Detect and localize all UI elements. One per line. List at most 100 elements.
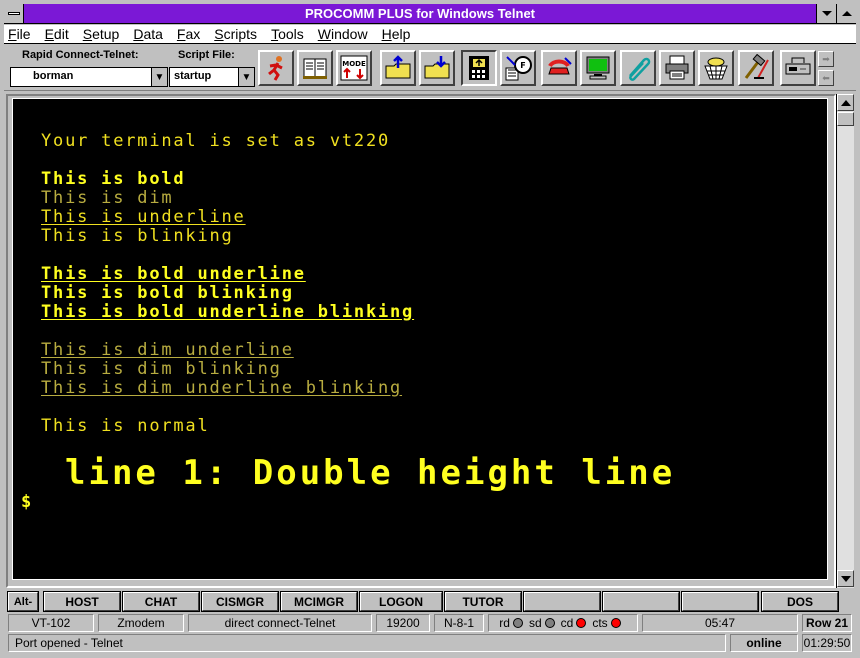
script-file-value: startup xyxy=(174,70,212,82)
terminal-settings-button[interactable] xyxy=(580,50,616,86)
minimize-icon xyxy=(821,11,832,16)
meta-key-empty-1[interactable] xyxy=(523,591,601,612)
status-online: online xyxy=(730,634,798,652)
computer-icon xyxy=(785,57,811,75)
indicator-cts-led xyxy=(610,618,621,628)
menu-tools[interactable]: Tools xyxy=(271,26,304,42)
terminal-line: This is blinking xyxy=(41,226,234,246)
maximize-button[interactable] xyxy=(836,4,856,23)
script-file-combo[interactable]: startup ▼ xyxy=(169,67,255,87)
status-row: Row 21 xyxy=(802,614,852,632)
status-elapsed: 01:29:50 xyxy=(802,634,852,652)
attach-button[interactable] xyxy=(620,50,656,86)
meta-key-dos[interactable]: DOS xyxy=(761,591,839,612)
script-file-label: Script File: xyxy=(178,49,235,61)
dos-shell-button[interactable] xyxy=(780,50,816,86)
terminal-line: This is dim blinking xyxy=(41,359,282,379)
meta-keys-button[interactable] xyxy=(461,50,497,86)
menu-file[interactable]: File xyxy=(8,26,31,42)
status-message: Port opened - Telnet xyxy=(8,634,726,652)
menu-data[interactable]: Data xyxy=(133,26,163,42)
terminal-line: This is normal xyxy=(41,416,210,436)
maximize-icon xyxy=(841,11,852,16)
meta-key-mcimgr[interactable]: MCIMGR xyxy=(280,591,358,612)
keypad-icon xyxy=(469,56,489,80)
terminal-line: Your terminal is set as vt220 xyxy=(41,131,391,151)
status-connection[interactable]: direct connect-Telnet xyxy=(188,614,372,632)
meta-key-logon[interactable]: LOGON xyxy=(359,591,443,612)
setup-tools-button[interactable] xyxy=(738,50,774,86)
monitor-icon xyxy=(586,56,610,80)
meta-key-empty-3[interactable] xyxy=(681,591,759,612)
meta-keys-bar: Alt- HOST CHAT CISMGR MCIMGR LOGON TUTOR… xyxy=(6,591,854,612)
hang-up-button[interactable] xyxy=(541,50,577,86)
status-bar: VT-102 Zmodem direct connect-Telnet 1920… xyxy=(6,614,854,633)
terminal-screen[interactable]: Your terminal is set as vt220 This is bo… xyxy=(12,98,828,580)
function-keys-button[interactable]: F xyxy=(500,50,536,86)
status-emulation[interactable]: VT-102 xyxy=(8,614,94,632)
system-menu-button[interactable] xyxy=(4,4,24,23)
quick-connect-button[interactable] xyxy=(258,50,294,86)
running-man-icon xyxy=(268,56,283,81)
indicator-rd-label: rd xyxy=(499,616,510,630)
receive-file-button[interactable] xyxy=(419,50,455,86)
toolbar-scroll-left-button[interactable]: ⬅ xyxy=(818,70,834,86)
status-indicators: rd sd cd cts xyxy=(488,614,638,632)
function-key-icon: F xyxy=(505,56,532,81)
meta-key-empty-2[interactable] xyxy=(602,591,680,612)
terminal-prompt: $ xyxy=(21,492,34,512)
meta-key-host[interactable]: HOST xyxy=(43,591,121,612)
svg-text:F: F xyxy=(520,61,525,70)
terminal-line: This is underline xyxy=(41,207,246,227)
minimize-button[interactable] xyxy=(816,4,836,23)
rapid-connect-value: borman xyxy=(33,70,74,82)
meta-key-tutor[interactable]: TUTOR xyxy=(444,591,522,612)
rapid-connect-combo[interactable]: borman ▼ xyxy=(10,67,168,87)
status-protocol[interactable]: Zmodem xyxy=(98,614,184,632)
status-settings[interactable]: N-8-1 xyxy=(434,614,484,632)
scroll-thumb[interactable] xyxy=(837,112,854,126)
rapid-connect-label: Rapid Connect-Telnet: xyxy=(22,49,139,61)
mode-icon: MODE xyxy=(340,55,368,81)
status-baud[interactable]: 19200 xyxy=(376,614,430,632)
terminal-line: This is dim underline blinking xyxy=(41,378,403,398)
message-bar: Port opened - Telnet online 01:29:50 xyxy=(6,634,854,652)
terminal-double-height-line: line 1: Double height line xyxy=(65,453,676,493)
mode-button[interactable]: MODE xyxy=(336,50,372,86)
tools-icon xyxy=(744,54,769,79)
terminal-line: This is dim xyxy=(41,188,174,208)
indicator-rd-led xyxy=(512,618,523,628)
terminal-line: This is bold underline blinking xyxy=(41,302,415,322)
toolbar-scroll-right-button[interactable]: ➡ xyxy=(818,51,834,67)
capture-button[interactable] xyxy=(698,50,734,86)
menu-setup[interactable]: Setup xyxy=(83,26,120,42)
terminal-line: This is bold blinking xyxy=(41,283,294,303)
printer-button[interactable] xyxy=(659,50,695,86)
dialing-directory-button[interactable] xyxy=(297,50,333,86)
scroll-up-button[interactable] xyxy=(837,94,854,111)
title-bar[interactable]: PROCOMM PLUS for Windows Telnet xyxy=(4,4,856,24)
meta-key-alt[interactable]: Alt- xyxy=(7,591,39,612)
indicator-cts-label: cts xyxy=(592,616,608,630)
chevron-down-icon[interactable]: ▼ xyxy=(151,68,167,86)
chevron-down-icon[interactable]: ▼ xyxy=(238,68,254,86)
send-file-button[interactable] xyxy=(380,50,416,86)
terminal-line: This is bold xyxy=(41,169,186,189)
meta-key-cismgr[interactable]: CISMGR xyxy=(201,591,279,612)
toolbar: Rapid Connect-Telnet: borman ▼ Script Fi… xyxy=(4,45,856,91)
vertical-scrollbar[interactable] xyxy=(836,94,854,588)
folder-download-icon xyxy=(424,56,450,79)
menu-fax[interactable]: Fax xyxy=(177,26,200,42)
terminal-line: This is bold underline xyxy=(41,264,306,284)
scroll-down-button[interactable] xyxy=(837,570,854,587)
menu-help[interactable]: Help xyxy=(382,26,411,42)
meta-key-chat[interactable]: CHAT xyxy=(122,591,200,612)
printer-icon xyxy=(665,55,689,80)
window-title: PROCOMM PLUS for Windows Telnet xyxy=(304,6,536,21)
menu-scripts[interactable]: Scripts xyxy=(214,26,257,42)
chevron-up-icon xyxy=(840,99,851,106)
indicator-cd-label: cd xyxy=(560,616,574,630)
menu-edit[interactable]: Edit xyxy=(45,26,69,42)
menu-window[interactable]: Window xyxy=(318,26,368,42)
terminal-line: This is dim underline xyxy=(41,340,294,360)
